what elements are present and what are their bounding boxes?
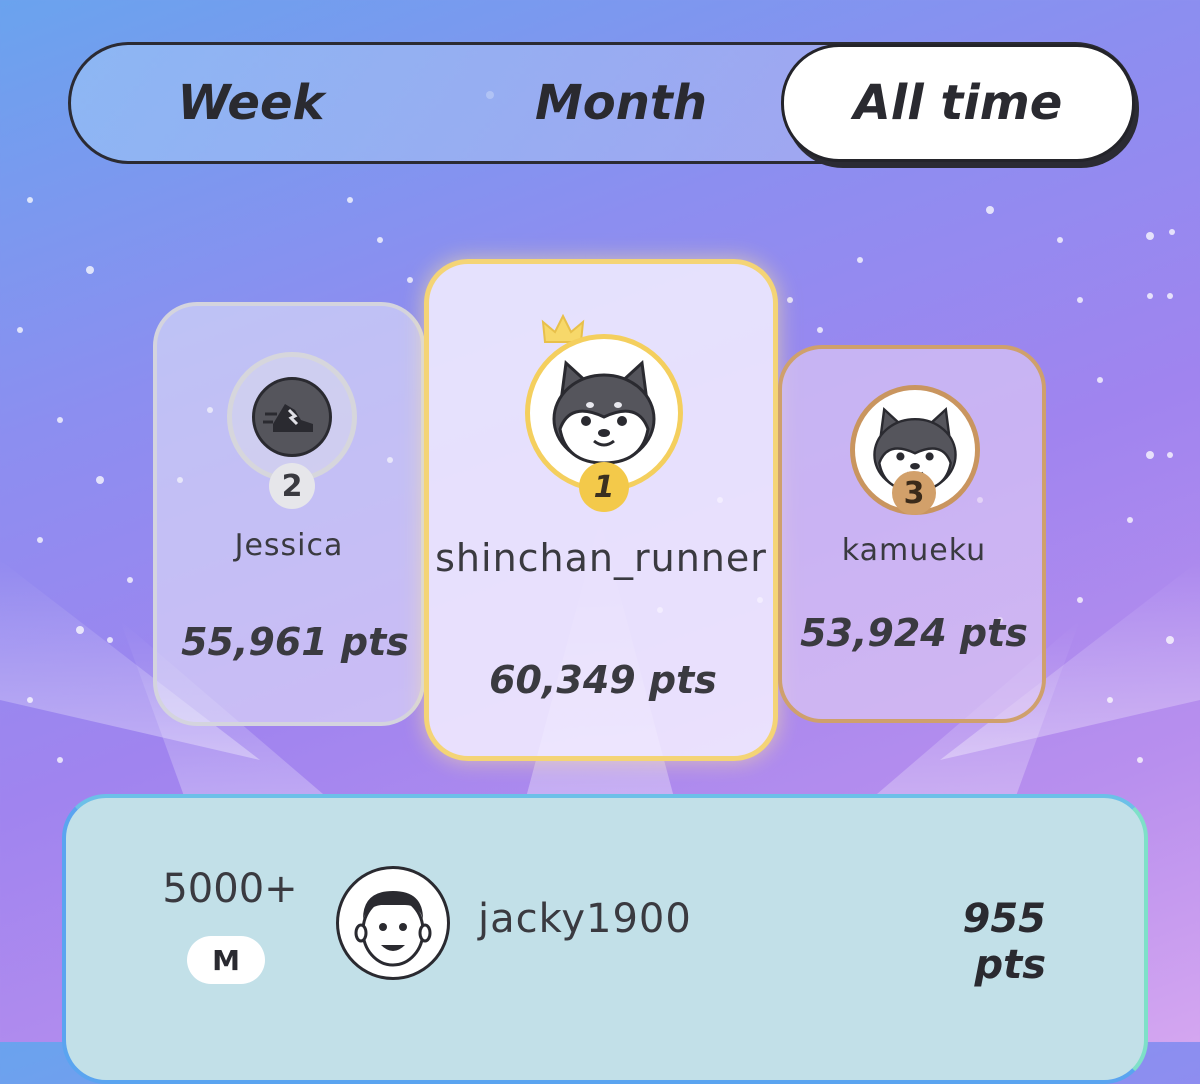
player-name-third: kamueku xyxy=(841,533,987,568)
my-rank-number: 5000+ xyxy=(162,866,298,912)
level-badge: M xyxy=(187,936,265,984)
my-points: 955 pts xyxy=(962,896,1047,988)
tab-week[interactable]: Week xyxy=(131,45,371,161)
player-points-third: 53,924 pts xyxy=(800,611,1028,655)
tab-all-time[interactable]: All time xyxy=(781,44,1135,162)
my-avatar[interactable] xyxy=(336,866,450,980)
tab-month[interactable]: Month xyxy=(491,45,751,161)
podium-card-third[interactable]: 3 kamueku 53,924 pts xyxy=(778,345,1046,723)
player-name-second: Jessica xyxy=(234,528,344,563)
smiling-face-icon xyxy=(354,891,432,967)
rank-badge-first: 1 xyxy=(579,462,629,512)
player-points-first: 60,349 pts xyxy=(489,658,717,702)
podium-card-first[interactable]: 1 shinchan_runner 60,349 pts xyxy=(424,259,778,761)
player-points-second: 55,961 pts xyxy=(181,620,409,664)
player-name-first: shinchan_runner xyxy=(435,536,767,580)
podium-card-second[interactable]: 2 Jessica 55,961 pts xyxy=(153,302,425,726)
period-tab-bar: Week Month All time xyxy=(68,42,1136,164)
my-username: jacky1900 xyxy=(478,896,692,942)
running-shoe-icon xyxy=(252,377,332,457)
rank-badge-third: 3 xyxy=(892,471,936,515)
rank-badge-second: 2 xyxy=(269,463,315,509)
